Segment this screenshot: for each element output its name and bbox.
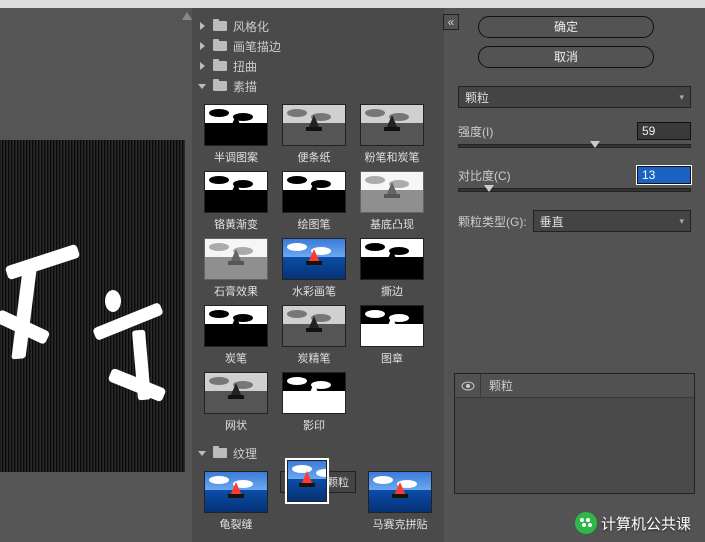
intensity-label: 强度(I) (458, 123, 493, 140)
filter-thumb-label: 炭笔 (202, 350, 270, 366)
filter-thumb-label: 颗粒 (327, 474, 349, 490)
filter-thumb[interactable]: 炭精笔 (280, 305, 348, 366)
filter-thumb-label: 撕边 (358, 283, 426, 299)
effect-layer-row[interactable]: 颗粒 (455, 374, 694, 398)
watermark: 计算机公共课 (575, 512, 691, 534)
filter-thumb[interactable]: 粉笔和炭笔 (358, 104, 426, 165)
collapse-toggle-icon[interactable]: « (443, 14, 459, 30)
filter-thumb-label: 半调图案 (202, 149, 270, 165)
category-label: 风格化 (233, 18, 269, 35)
preview-image[interactable] (0, 140, 185, 472)
filter-thumb[interactable]: 图章 (358, 305, 426, 366)
folder-icon (213, 81, 227, 91)
filter-thumb-label: 影印 (280, 417, 348, 433)
filter-thumb-label: 基底凸现 (358, 216, 426, 232)
contrast-label: 对比度(C) (458, 167, 511, 184)
twisty-down-icon (198, 81, 208, 91)
filter-thumb[interactable]: 半调图案 (202, 104, 270, 165)
watermark-text: 计算机公共课 (601, 513, 691, 534)
effect-layer-label: 颗粒 (481, 377, 513, 394)
scroll-up-icon[interactable] (182, 12, 192, 20)
category-label: 画笔描边 (233, 38, 281, 55)
filter-thumb[interactable]: 绘图笔 (280, 171, 348, 232)
twisty-right-icon (198, 41, 208, 51)
contrast-control: 对比度(C) 13 (458, 166, 691, 192)
texture-thumbnail-grid: 龟裂缝 颗粒马赛克拼贴 (198, 463, 438, 533)
contrast-slider[interactable] (458, 188, 691, 192)
filter-thumb-label: 图章 (358, 350, 426, 366)
folder-icon (213, 61, 227, 71)
settings-panel: « 确定 取消 颗粒 ▾ 强度(I) 59 对比度(C) 13 (444, 8, 705, 542)
contrast-value-input[interactable]: 13 (637, 166, 691, 184)
filter-thumb-label: 炭精笔 (280, 350, 348, 366)
ok-button[interactable]: 确定 (478, 16, 654, 38)
effect-layers-panel: 颗粒 (454, 373, 695, 494)
category-brush-strokes[interactable]: 画笔描边 (198, 36, 438, 56)
filter-thumb-label: 龟裂缝 (202, 516, 270, 532)
category-label: 扭曲 (233, 58, 257, 75)
grain-type-label: 颗粒类型(G): (458, 213, 527, 230)
filter-thumb-label: 网状 (202, 417, 270, 433)
chevron-down-icon: ▾ (679, 92, 684, 103)
slider-knob-icon[interactable] (590, 141, 600, 148)
sketch-thumbnail-grid: 半调图案便条纸粉笔和炭笔铬黄渐变绘图笔基底凸现石膏效果水彩画笔撕边炭笔炭精笔图章… (198, 96, 438, 443)
intensity-value-input[interactable]: 59 (637, 122, 691, 140)
category-sketch[interactable]: 素描 (198, 76, 438, 96)
filter-select-value: 颗粒 (465, 89, 489, 106)
filter-thumb-label: 马赛克拼贴 (366, 516, 434, 532)
wechat-icon (575, 512, 597, 534)
filter-thumb[interactable]: 颗粒 (280, 471, 356, 493)
grain-type-value: 垂直 (540, 213, 564, 230)
filter-thumb-label: 粉笔和炭笔 (358, 149, 426, 165)
filter-thumb-label: 铬黄渐变 (202, 216, 270, 232)
filter-thumb-label: 便条纸 (280, 149, 348, 165)
filter-thumb[interactable]: 铬黄渐变 (202, 171, 270, 232)
preview-panel (0, 8, 192, 542)
category-label: 纹理 (233, 445, 257, 462)
category-distort[interactable]: 扭曲 (198, 56, 438, 76)
filter-thumb[interactable]: 石膏效果 (202, 238, 270, 299)
category-stylize[interactable]: 风格化 (198, 16, 438, 36)
filter-thumb[interactable]: 炭笔 (202, 305, 270, 366)
folder-icon (213, 21, 227, 31)
folder-icon (213, 448, 227, 458)
grain-type-control: 颗粒类型(G): 垂直 ▾ (458, 210, 691, 232)
filter-thumb[interactable]: 影印 (280, 372, 348, 433)
grain-type-select[interactable]: 垂直 ▾ (533, 210, 691, 232)
visibility-eye-icon[interactable] (455, 374, 481, 397)
filter-gallery-panel: 风格化 画笔描边 扭曲 素描 半调图案便条纸粉笔和炭笔铬黄渐变绘图笔基底凸现石膏… (192, 8, 444, 542)
intensity-slider[interactable] (458, 144, 691, 148)
filter-thumb-label: 水彩画笔 (280, 283, 348, 299)
filter-thumb[interactable]: 马赛克拼贴 (366, 471, 434, 532)
filter-thumb[interactable]: 龟裂缝 (202, 471, 270, 532)
filter-select[interactable]: 颗粒 ▾ (458, 86, 691, 108)
filter-thumb[interactable]: 撕边 (358, 238, 426, 299)
filter-thumb[interactable]: 便条纸 (280, 104, 348, 165)
twisty-down-icon (198, 448, 208, 458)
cancel-button[interactable]: 取消 (478, 46, 654, 68)
twisty-right-icon (198, 21, 208, 31)
folder-icon (213, 41, 227, 51)
filter-thumb[interactable]: 水彩画笔 (280, 238, 348, 299)
filter-thumb[interactable]: 网状 (202, 372, 270, 433)
filter-thumb-label: 绘图笔 (280, 216, 348, 232)
twisty-right-icon (198, 61, 208, 71)
filter-thumb[interactable]: 基底凸现 (358, 171, 426, 232)
slider-knob-icon[interactable] (484, 185, 494, 192)
chevron-down-icon: ▾ (679, 216, 684, 227)
filter-thumb-label: 石膏效果 (202, 283, 270, 299)
intensity-control: 强度(I) 59 (458, 122, 691, 148)
window-titlebar (0, 0, 705, 8)
category-label: 素描 (233, 78, 257, 95)
